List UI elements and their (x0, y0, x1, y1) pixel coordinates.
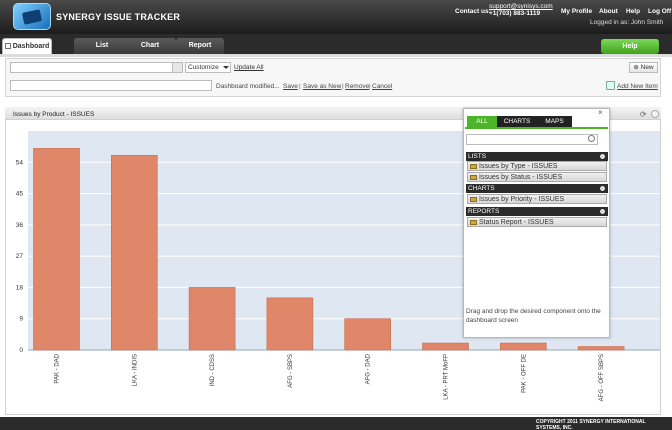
x-tick-label: PAK - DAD (55, 353, 61, 383)
save-as-new-link[interactable]: Save as New (303, 83, 341, 90)
report-icon (470, 220, 477, 225)
x-tick-label: LKA - INDIS (132, 354, 138, 386)
x-tick-label: AFG - OFF SBPS (599, 354, 605, 401)
x-tick-label: AFG - SBPS (288, 354, 294, 388)
dashboard-icon (4, 43, 11, 49)
remove-link[interactable]: Remove (345, 83, 369, 90)
bar[interactable] (33, 148, 80, 351)
palette-tab-all[interactable]: ALL (467, 116, 497, 127)
separator: | (342, 83, 344, 90)
close-icon[interactable]: × (598, 108, 603, 117)
panel-menu-icon[interactable] (651, 110, 659, 118)
log-off-link[interactable]: Log Off (648, 8, 671, 15)
folder-icon (470, 175, 477, 180)
y-tick-label: 18 (16, 284, 24, 291)
dashboard-select[interactable] (10, 62, 183, 73)
y-tick-label: 45 (16, 191, 24, 198)
bar[interactable] (344, 318, 392, 351)
chart-icon (470, 197, 477, 202)
dashboard-name-input[interactable] (10, 80, 212, 91)
palette-group-lists[interactable]: LISTS (466, 152, 608, 161)
new-button-label: New (640, 64, 654, 71)
y-tick-label: 36 (16, 222, 24, 229)
update-all-link[interactable]: Update All (234, 64, 264, 71)
new-button[interactable]: ⊕ New (629, 62, 658, 73)
separator: | (299, 83, 301, 90)
tab-list[interactable]: List (74, 38, 130, 54)
x-tick-label: LKA - PRT MoFP (444, 354, 450, 400)
refresh-icon[interactable]: ⟳ (640, 110, 647, 119)
my-profile-link[interactable]: My Profile (561, 8, 592, 15)
search-icon[interactable] (588, 135, 595, 142)
app-logo (13, 3, 51, 30)
contact-label: Contact us: (455, 8, 491, 15)
cancel-link[interactable]: Cancel (372, 83, 392, 90)
tab-dashboard-label: Dashboard (12, 43, 50, 50)
palette-search-input[interactable] (466, 134, 598, 145)
chevron-down-icon (223, 66, 229, 69)
tab-report[interactable]: Report (176, 38, 224, 54)
content-divider (0, 54, 672, 57)
palette-tab-charts[interactable]: CHARTS (497, 116, 537, 127)
save-link[interactable]: Save (283, 83, 298, 90)
y-tick-label: 9 (19, 316, 23, 323)
palette-group-charts[interactable]: CHARTS (466, 184, 608, 193)
palette-item[interactable]: Issues by Status - ISSUES (467, 172, 607, 182)
bar[interactable] (188, 287, 236, 351)
separator: | (369, 83, 371, 90)
chevron-down-icon (172, 63, 182, 72)
app-title: SYNERGY ISSUE TRACKER (56, 12, 181, 22)
bar[interactable] (577, 346, 625, 351)
dashboard-modified-label: Dashboard modified... (216, 83, 280, 90)
copyright-text: COPYRIGHT 2011 SYNERGY INTERNATIONAL SYS… (536, 419, 646, 430)
help-button[interactable]: Help (601, 39, 659, 54)
y-tick-label: 27 (16, 253, 24, 260)
x-tick-label: AFG - DAD (366, 353, 372, 384)
about-link[interactable]: About (599, 8, 618, 15)
group-label: REPORTS (468, 208, 500, 215)
palette-item-label: Issues by Status - ISSUES (479, 174, 563, 181)
bar[interactable] (422, 342, 469, 351)
collapse-icon[interactable] (600, 209, 605, 214)
contact-email-link[interactable]: support@synisys.com (489, 3, 553, 10)
add-new-item-link[interactable]: Add New Item (617, 83, 658, 90)
collapse-icon[interactable] (600, 186, 605, 191)
group-label: CHARTS (468, 185, 495, 192)
palette-item-label: Status Report - ISSUES (479, 219, 554, 226)
tab-dashboard[interactable]: Dashboard (2, 38, 52, 54)
bar[interactable] (111, 155, 158, 351)
palette-item[interactable]: Status Report - ISSUES (467, 217, 607, 227)
contact-phone: +1(703) 883-1119 (489, 10, 541, 17)
help-link[interactable]: Help (626, 8, 640, 15)
palette-item[interactable]: Issues by Priority - ISSUES (467, 194, 607, 204)
tab-chart[interactable]: Chart (124, 38, 176, 54)
y-tick-label: 0 (19, 347, 23, 354)
palette-item[interactable]: Issues by Type - ISSUES (467, 161, 607, 171)
customize-label: Customize (188, 64, 219, 71)
x-tick-label: PAK - OFF DE (521, 354, 527, 393)
logged-in-user: Logged in as: John Smith (590, 19, 664, 26)
palette-group-reports[interactable]: REPORTS (466, 207, 608, 216)
collapse-icon[interactable] (600, 154, 605, 159)
chart-panel-title: Issues by Product - ISSUES (13, 111, 95, 118)
customize-select[interactable]: Customize (185, 62, 231, 73)
x-tick-label: IND - CDSS (210, 354, 216, 386)
folder-icon (470, 164, 477, 169)
add-item-icon[interactable] (606, 81, 615, 90)
palette-help-text: Drag and drop the desired component onto… (466, 308, 601, 324)
bar[interactable] (499, 342, 547, 351)
palette-item-label: Issues by Priority - ISSUES (479, 196, 565, 203)
palette-tab-underline (465, 127, 608, 129)
group-label: LISTS (468, 153, 487, 160)
palette-tab-maps[interactable]: MAPS (537, 116, 572, 127)
y-tick-label: 54 (16, 159, 24, 166)
palette-item-label: Issues by Type - ISSUES (479, 163, 558, 170)
bar[interactable] (266, 297, 314, 351)
